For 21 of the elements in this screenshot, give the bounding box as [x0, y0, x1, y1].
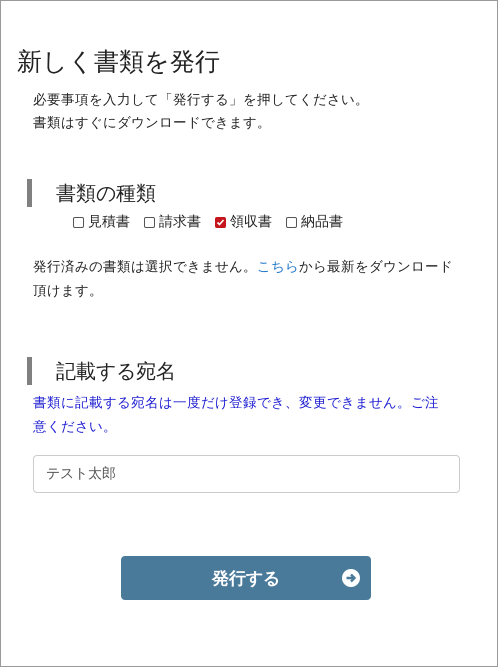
- note-text: 発行済みの書類は選択できません。こちら から最新をダウンロード頂けます。: [33, 258, 454, 301]
- checkbox[interactable]: [144, 216, 155, 228]
- heading-accent-bar: [27, 357, 32, 385]
- heading-accent-bar: [27, 179, 32, 207]
- arrow-circle-icon: [341, 568, 361, 588]
- recipient-name-field[interactable]: テスト太郎: [33, 455, 460, 493]
- section-heading: 書類の種類: [56, 180, 156, 207]
- checkbox[interactable]: [215, 216, 226, 228]
- document-type-option[interactable]: 見積書: [73, 213, 130, 231]
- document-type-option[interactable]: 領収書: [215, 213, 272, 231]
- document-type-option[interactable]: 納品書: [286, 213, 343, 231]
- submit-button[interactable]: 発行する: [121, 556, 371, 600]
- section-heading: 記載する宛名: [56, 358, 176, 385]
- page-title: 新しく書類を発行: [17, 46, 221, 78]
- document-type-option[interactable]: 請求書: [144, 213, 201, 231]
- checkbox[interactable]: [73, 216, 84, 228]
- checkbox[interactable]: [286, 216, 297, 228]
- intro-text: 書類はすぐにダウンロードできます。: [33, 114, 272, 133]
- warning-text: 書類に記載する宛名は一度だけ登録でき、変更できません。ご注意ください。: [33, 394, 440, 437]
- download-link[interactable]: こちら: [257, 259, 299, 275]
- intro-text: 必要事項を入力して「発行する」を押してください。: [33, 91, 370, 110]
